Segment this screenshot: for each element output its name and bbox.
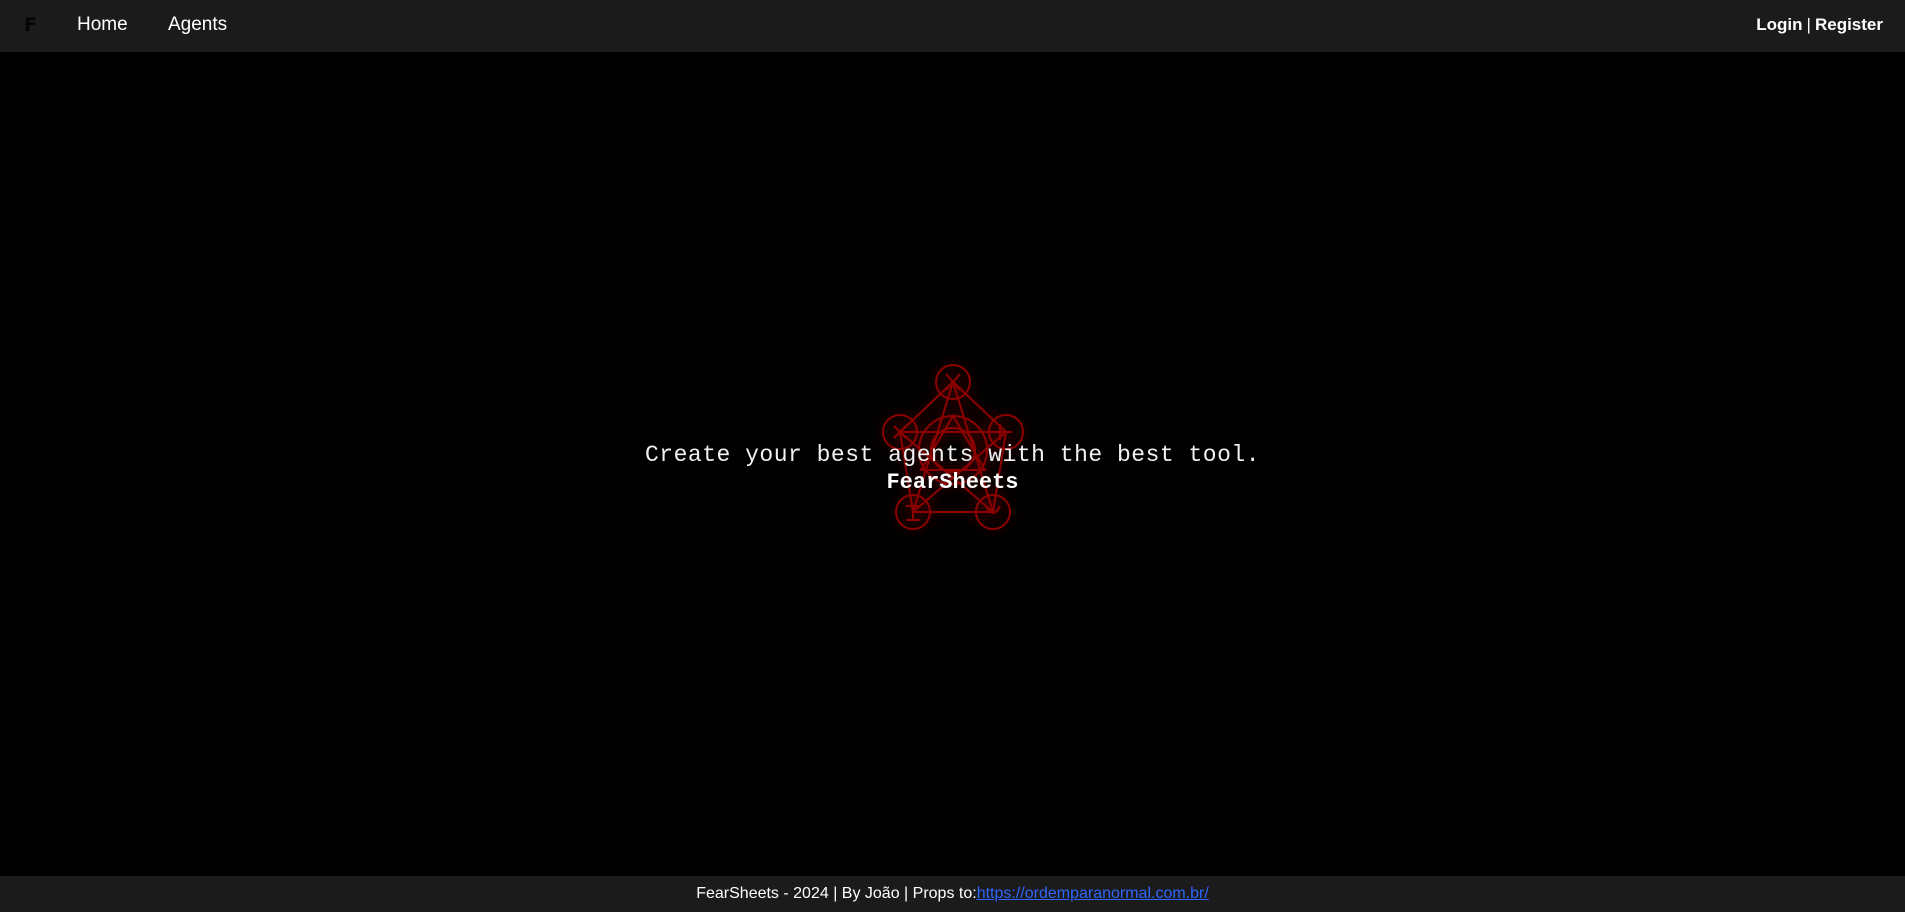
auth-links: Login | Register: [1756, 13, 1883, 37]
hero-tagline: Create your best agents with the best to…: [645, 442, 1260, 468]
page-footer: FearSheets - 2024 | By João | Props to:h…: [0, 876, 1905, 912]
footer-props-link[interactable]: https://ordemparanormal.com.br/: [977, 885, 1209, 902]
top-navbar: F Home Agents Login | Register: [0, 0, 1905, 52]
register-link[interactable]: Register: [1815, 15, 1883, 34]
nav-home-link[interactable]: Home: [77, 13, 128, 37]
footer-text: FearSheets - 2024 | By João | Props to:: [696, 885, 977, 902]
brand-logo[interactable]: F: [24, 12, 38, 38]
auth-separator: |: [1806, 15, 1811, 34]
login-link[interactable]: Login: [1756, 15, 1802, 34]
hero-app-name: FearSheets: [886, 470, 1019, 495]
nav-agents-link[interactable]: Agents: [168, 13, 227, 37]
